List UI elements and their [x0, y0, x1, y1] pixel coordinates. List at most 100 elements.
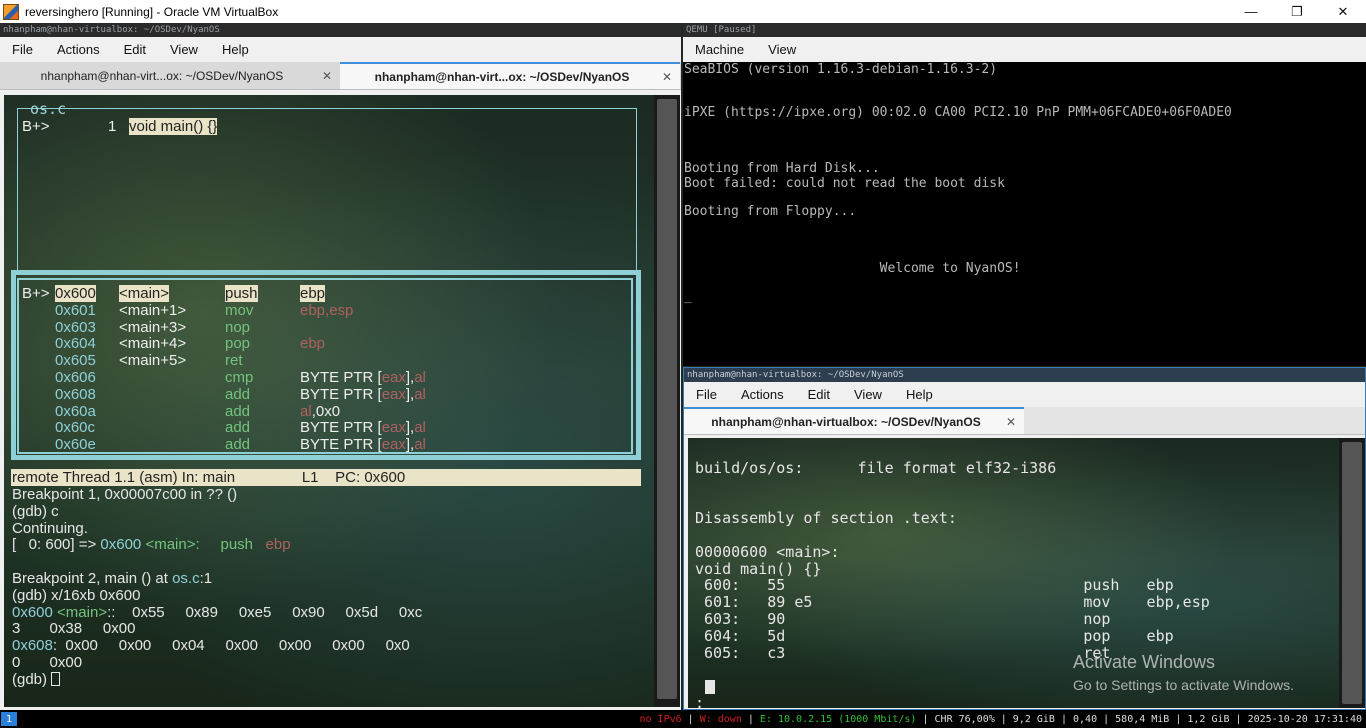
qemu-line: Welcome to NyanOS! [684, 260, 1021, 276]
asm-address: 0x60a [55, 402, 96, 420]
asm-symbol: <main+3> [119, 318, 187, 336]
menu-view[interactable]: View [158, 42, 210, 57]
system-stats: CHR 76,00% | 9,2 GiB | 0,40 | 580,4 MiB … [934, 713, 1362, 725]
menu-machine[interactable]: Machine [683, 42, 756, 57]
menu-help[interactable]: Help [894, 387, 945, 402]
asm-opcode: add [225, 402, 251, 420]
qemu-line: Booting from Floppy... [684, 204, 857, 219]
scrollbar-thumb[interactable] [657, 99, 677, 699]
close-button[interactable]: ✕ [1320, 0, 1366, 23]
left-menubar: File Actions Edit View Help [0, 37, 681, 62]
menu-actions[interactable]: Actions [45, 42, 112, 57]
source-file-label: os.c [30, 100, 67, 118]
asm-address: 0x600 [55, 285, 96, 302]
tab-close-icon[interactable]: ✕ [662, 70, 672, 84]
console-line: (gdb) x/16xb 0x600 [12, 586, 141, 604]
console-line: (gdb) c [12, 502, 59, 520]
asm-opcode: add [225, 419, 251, 437]
console-line: 0 0x00 [12, 654, 83, 671]
asm-opcode: ret [225, 352, 243, 370]
objdump-line: 601: 89 e5 mov ebp,esp [695, 593, 1210, 612]
asm-symbol: <main+4> [119, 335, 187, 353]
menu-edit[interactable]: Edit [796, 387, 842, 402]
i3-status-bar: 1 no IPv6 | W: down | E: 10.0.2.15 (1000… [0, 710, 1366, 728]
workspace-button[interactable]: 1 [1, 712, 17, 726]
scrollbar-thumb[interactable] [1342, 442, 1362, 704]
console-line: 0x600 <main>:: 0x55 0x89 0xe5 0x90 0x5d … [12, 603, 423, 621]
asm-opcode: mov [225, 301, 254, 319]
objdump-line: void main() {} [695, 559, 822, 578]
qemu-line: _ [684, 289, 692, 305]
console-line: [ 0: 600] => 0x600 <main>: push ebp [12, 536, 291, 554]
qemu-line: SeaBIOS (version 1.16.3-debian-1.16.3-2) [684, 62, 998, 77]
asm-symbol: <main+5> [119, 352, 187, 370]
gdb-status-bar: remote Thread 1.1 (asm) In: main L1 PC: … [11, 469, 641, 486]
menu-view[interactable]: View [756, 42, 808, 57]
tab-terminal-objdump[interactable]: nhanpham@nhan-virtualbox: ~/OSDev/NyanOS… [684, 407, 1024, 434]
ipv6-status: no IPv6 [639, 713, 682, 725]
left-tabbar: nhanpham@nhan-virt...ox: ~/OSDev/NyanOS … [0, 62, 681, 90]
status-indicators: no IPv6 | W: down | E: 10.0.2.15 (1000 M… [639, 713, 1362, 725]
menu-file[interactable]: File [0, 42, 45, 57]
objdump-line: build/os/os: file format elf32-i386 [695, 458, 1057, 477]
qemu-display[interactable]: SeaBIOS (version 1.16.3-debian-1.16.3-2)… [683, 62, 1366, 366]
asm-args: ebp [300, 285, 326, 302]
qemu-line: iPXE (https://ipxe.org) 00:02.0 CA00 PCI… [684, 104, 1232, 120]
tab-terminal-1[interactable]: nhanpham@nhan-virt...ox: ~/OSDev/NyanOS … [0, 62, 340, 89]
asm-args: BYTE PTR [eax],al [300, 436, 426, 454]
asm-args: ebp [300, 335, 326, 353]
objdump-line: : [695, 694, 705, 709]
terminal-cursor [705, 680, 715, 694]
left-window-title: nhanpham@nhan-virtualbox: ~/OSDev/NyanOS [0, 23, 681, 37]
tab-close-icon[interactable]: ✕ [322, 69, 332, 83]
asm-symbol: <main> [119, 285, 170, 302]
qemu-window-title: QEMU [Paused] [683, 23, 1366, 37]
tab-terminal-2[interactable]: nhanpham@nhan-virt...ox: ~/OSDev/NyanOS … [340, 62, 680, 89]
objdump-line: 604: 5d pop ebp [695, 626, 1174, 645]
breakpoint-marker: B+> [22, 285, 50, 302]
ethernet-status: E: 10.0.2.15 (1000 Mbit/s) [759, 713, 917, 725]
console-line: 3 0x38 0x00 [12, 620, 136, 638]
activate-windows-title: Activate Windows [1073, 652, 1216, 672]
asm-address: 0x608 [55, 385, 96, 403]
asm-opcode: add [225, 436, 251, 454]
gdb-scrollbar[interactable] [654, 95, 680, 707]
objdump-scrollbar[interactable] [1339, 438, 1365, 708]
asm-address: 0x603 [55, 318, 96, 336]
minimize-button[interactable]: — [1228, 0, 1274, 23]
objdump-line: 00000600 <main>: [695, 542, 840, 561]
asm-address: 0x605 [55, 352, 96, 370]
asm-args: ebp,esp [300, 301, 354, 319]
asm-args: BYTE PTR [eax],al [300, 419, 426, 437]
source-line-number: 1 [108, 118, 117, 135]
right-window-title: nhanpham@nhan-virtualbox: ~/OSDev/NyanOS [684, 368, 1365, 382]
right-tabbar: nhanpham@nhan-virtualbox: ~/OSDev/NyanOS… [684, 407, 1365, 435]
console-line: Breakpoint 2, main () at os.c:1 [12, 570, 213, 587]
objdump-line: 603: 90 nop [695, 610, 1111, 628]
asm-symbol: <main+1> [119, 301, 187, 319]
menu-file[interactable]: File [684, 387, 729, 402]
breakpoint-marker: B+> [22, 118, 50, 135]
menu-actions[interactable]: Actions [729, 387, 796, 402]
console-line: (gdb) [12, 671, 61, 688]
asm-address: 0x60e [55, 436, 96, 454]
asm-opcode: pop [225, 335, 251, 353]
wifi-status: W: down [699, 713, 742, 725]
console-line: Breakpoint 1, 0x00007c00 in ?? () [12, 486, 238, 503]
tab-label: nhanpham@nhan-virt...ox: ~/OSDev/NyanOS [40, 68, 284, 83]
qemu-line: Boot failed: could not read the boot dis… [684, 175, 1005, 191]
asm-opcode: cmp [225, 369, 254, 386]
menu-help[interactable]: Help [210, 42, 261, 57]
console-line: Continuing. [12, 519, 88, 537]
tab-close-icon[interactable]: ✕ [1006, 415, 1016, 429]
objdump-line: 600: 55 push ebp [695, 576, 1174, 595]
asm-address: 0x604 [55, 335, 96, 353]
menu-view[interactable]: View [842, 387, 894, 402]
objdump-terminal[interactable]: build/os/os: file format elf32-i386 Disas… [688, 438, 1339, 708]
menu-edit[interactable]: Edit [112, 42, 158, 57]
maximize-button[interactable]: ❐ [1274, 0, 1320, 23]
asm-opcode: add [225, 385, 251, 403]
tab-label: nhanpham@nhan-virtualbox: ~/OSDev/NyanOS [711, 414, 981, 429]
tab-label: nhanpham@nhan-virt...ox: ~/OSDev/NyanOS [374, 69, 630, 84]
asm-args: BYTE PTR [eax],al [300, 369, 426, 386]
